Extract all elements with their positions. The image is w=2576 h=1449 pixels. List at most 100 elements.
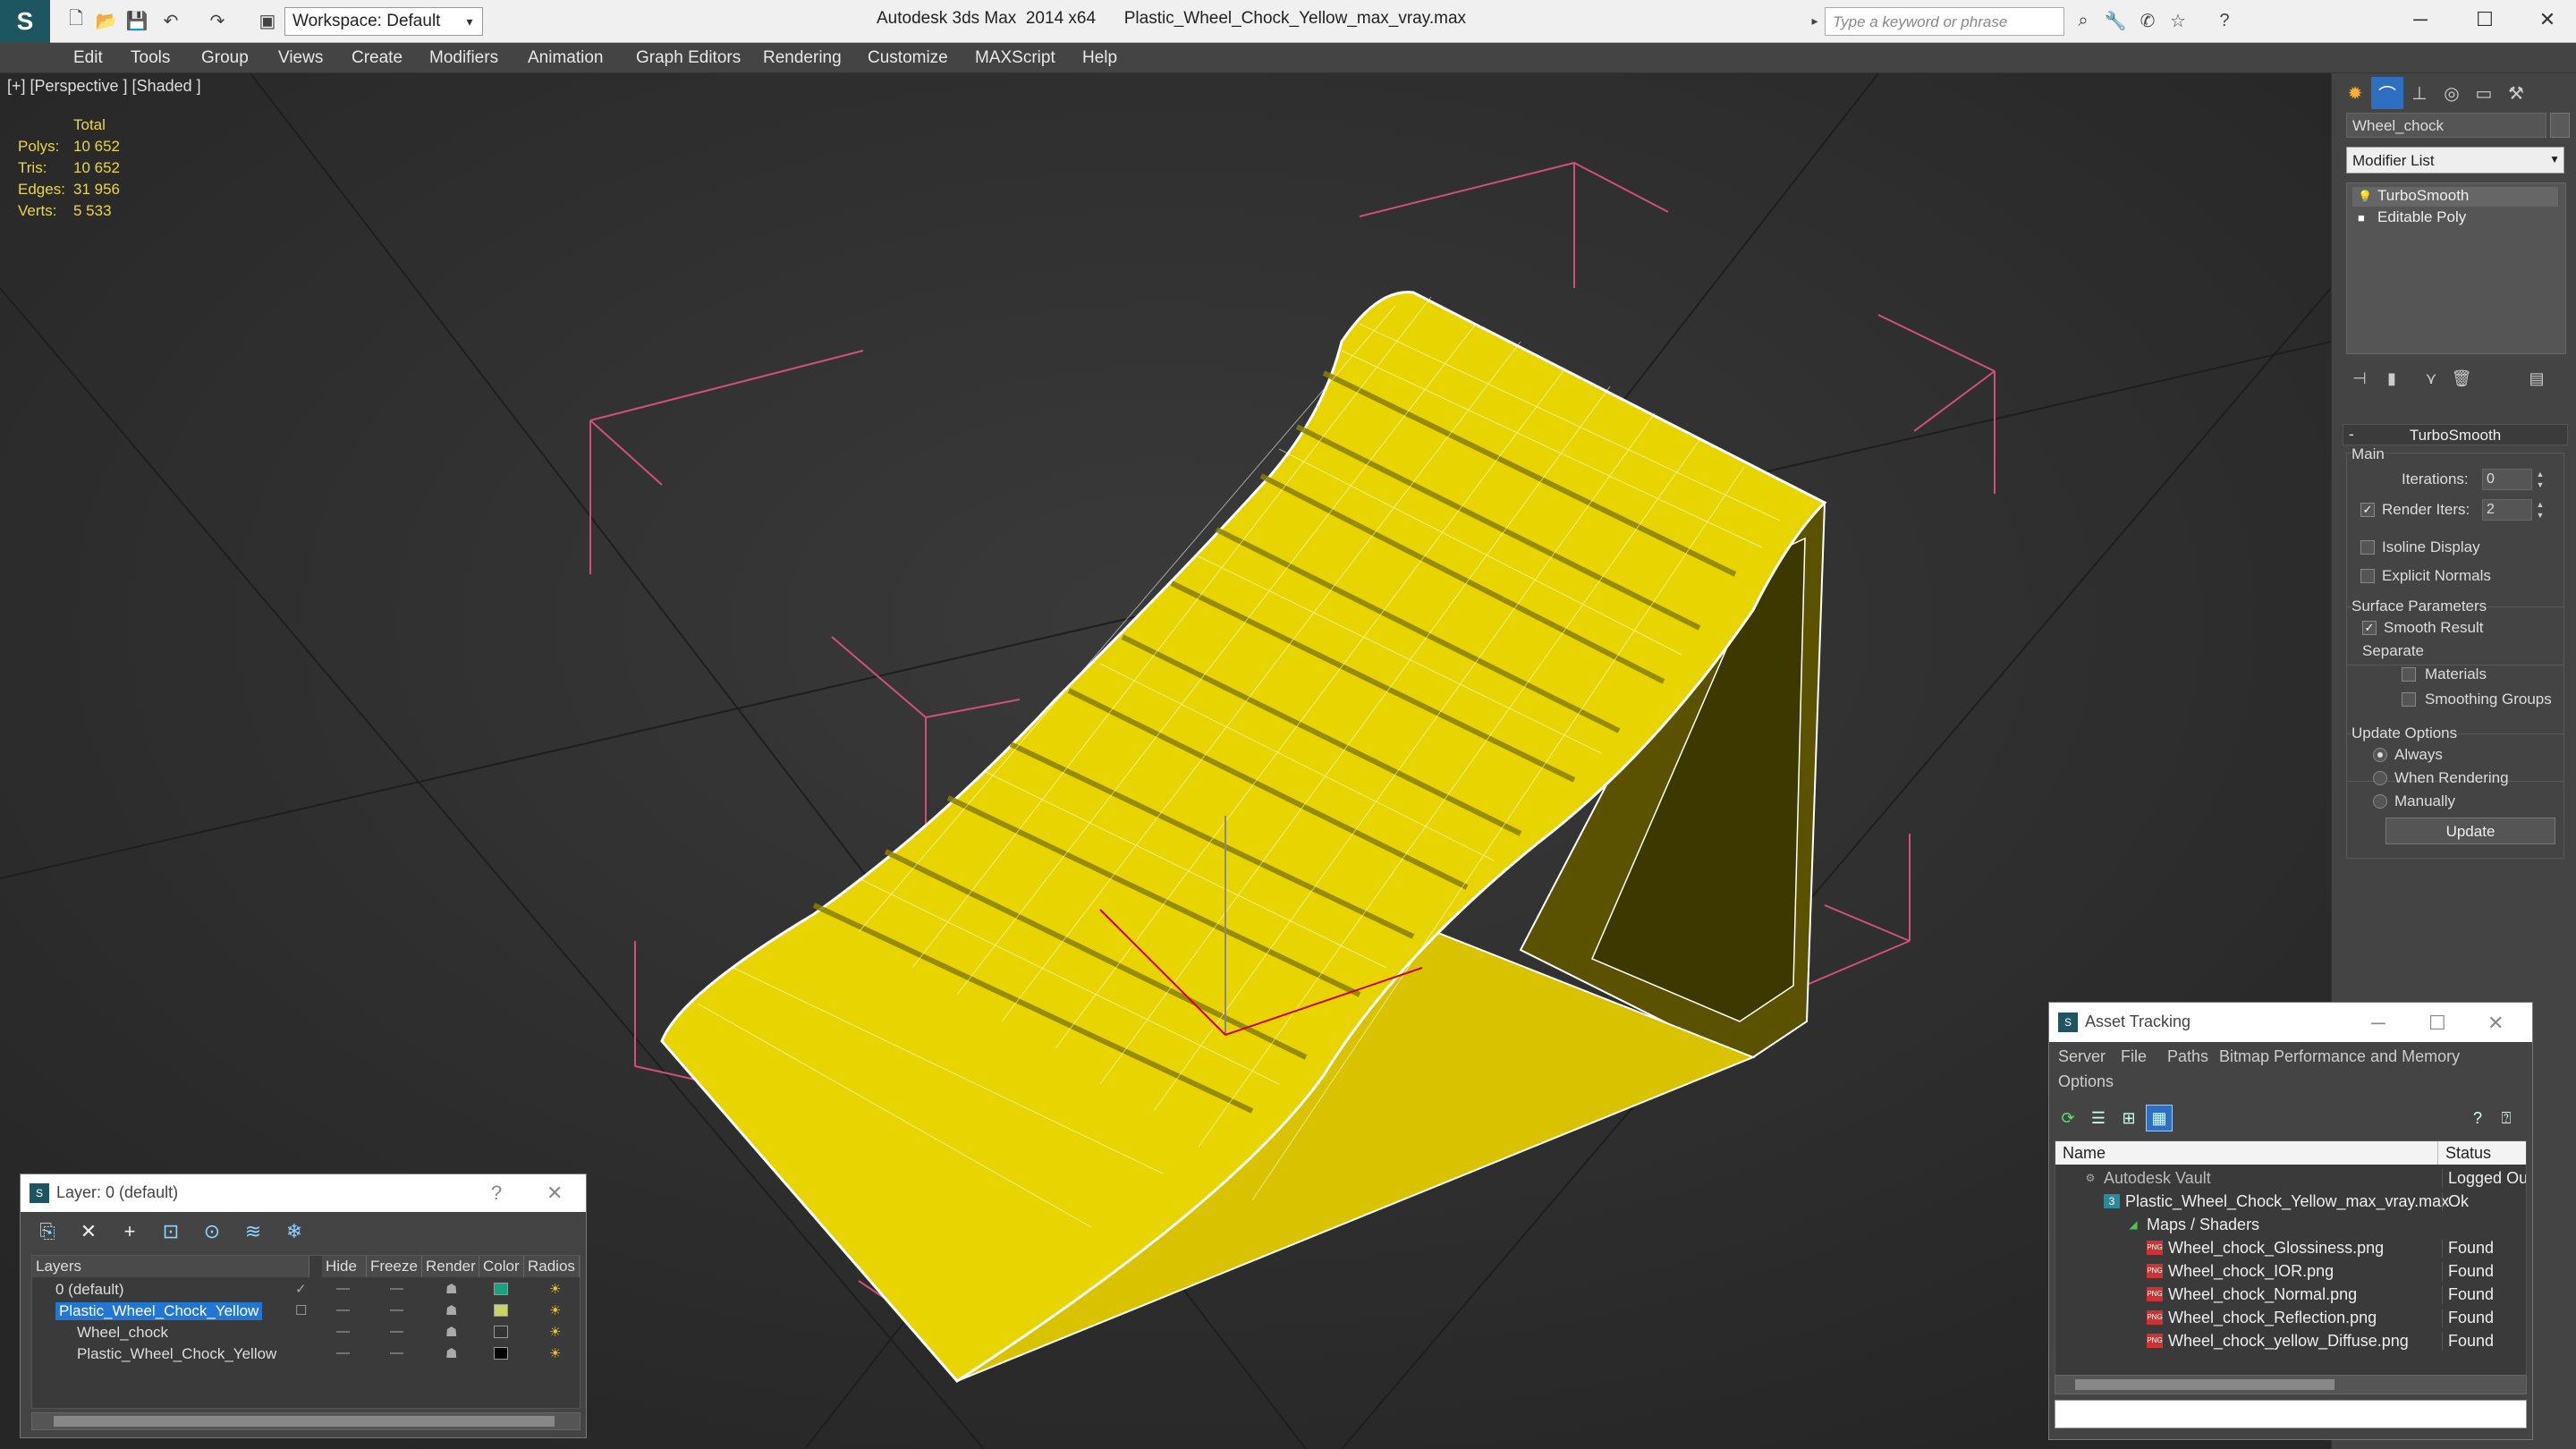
- select-in-layer-icon[interactable]: ⊡: [157, 1217, 185, 1246]
- menu-edit[interactable]: Edit: [73, 48, 103, 68]
- asset-row[interactable]: PNG Wheel_chock_Normal.png Found: [2055, 1283, 2526, 1306]
- render-toggle-icon[interactable]: ☗: [445, 1302, 457, 1318]
- add-to-layer-icon[interactable]: +: [115, 1217, 144, 1246]
- object-color-swatch[interactable]: [494, 1347, 508, 1360]
- workspace-dropdown[interactable]: Workspace: Default: [284, 7, 483, 36]
- object-name[interactable]: Plastic_Wheel_Chock_Yellow: [77, 1345, 276, 1363]
- smooth-result-checkbox[interactable]: ✓: [2362, 621, 2377, 635]
- binoculars-icon[interactable]: ⌕: [2070, 7, 2097, 34]
- redo-icon[interactable]: ↷: [204, 7, 231, 34]
- hide-all-layers-icon[interactable]: ≋: [239, 1217, 267, 1246]
- hide-toggle-icon[interactable]: —: [336, 1302, 350, 1318]
- render-iters-checkbox[interactable]: ✓: [2360, 503, 2375, 517]
- undo-icon[interactable]: ↶: [157, 7, 184, 34]
- maximize-icon[interactable]: ☐: [2467, 4, 2503, 36]
- expand-icon[interactable]: ■: [2358, 211, 2370, 225]
- menu-file[interactable]: File: [2121, 1047, 2147, 1066]
- make-unique-icon[interactable]: ⋎: [2416, 365, 2446, 392]
- asset-row[interactable]: PNG Wheel_chock_Reflection.png Found: [2055, 1306, 2526, 1329]
- menu-customize[interactable]: Customize: [868, 48, 948, 68]
- chevron-down-icon[interactable]: ▾: [460, 9, 479, 34]
- radiosity-icon[interactable]: ☀: [549, 1345, 561, 1361]
- lightbulb-icon[interactable]: 💡: [2358, 190, 2372, 203]
- asset-row[interactable]: 3 Plastic_Wheel_Chock_Yellow_max_vray.ma…: [2055, 1190, 2526, 1213]
- freeze-toggle-icon[interactable]: —: [390, 1324, 403, 1339]
- column-header[interactable]: Radios: [524, 1256, 580, 1277]
- close-icon[interactable]: ✕: [2487, 1012, 2504, 1035]
- asset-row[interactable]: PNG Wheel_chock_yellow_Diffuse.png Found: [2055, 1329, 2526, 1352]
- asset-row[interactable]: PNG Wheel_chock_Glossiness.png Found: [2055, 1236, 2526, 1259]
- column-header[interactable]: Freeze: [367, 1256, 422, 1277]
- layer-color-swatch[interactable]: [494, 1304, 508, 1317]
- maximize-icon[interactable]: ☐: [2428, 1012, 2446, 1035]
- column-header[interactable]: Layers: [32, 1256, 309, 1277]
- menu-create[interactable]: Create: [352, 48, 402, 68]
- layer-row[interactable]: 0 (default) ✓ — — ☗ ☀: [32, 1279, 580, 1301]
- viewport-label[interactable]: [+] [Perspective ] [Shaded ]: [7, 77, 201, 96]
- radiosity-icon[interactable]: ☀: [549, 1324, 561, 1340]
- menu-group[interactable]: Group: [201, 48, 249, 68]
- object-color-swatch[interactable]: [494, 1326, 508, 1338]
- freeze-toggle-icon[interactable]: —: [390, 1281, 403, 1296]
- refresh-icon[interactable]: ⟳: [2055, 1105, 2081, 1131]
- asset-row[interactable]: PNG Wheel_chock_IOR.png Found: [2055, 1259, 2526, 1283]
- freeze-toggle-icon[interactable]: —: [390, 1302, 403, 1318]
- layer-name[interactable]: 0 (default): [55, 1281, 124, 1299]
- column-header[interactable]: Hide: [322, 1256, 367, 1277]
- render-toggle-icon[interactable]: ☗: [445, 1345, 457, 1361]
- smoothing-groups-checkbox[interactable]: [2402, 692, 2416, 707]
- show-end-result-icon[interactable]: ▮: [2377, 365, 2407, 392]
- minimize-icon[interactable]: ─: [2402, 4, 2438, 36]
- menu-options[interactable]: Options: [2058, 1072, 2114, 1091]
- favorites-icon[interactable]: ☆: [2165, 7, 2191, 34]
- menu-bitmap-performance[interactable]: Bitmap Performance and Memory: [2219, 1047, 2460, 1066]
- app-logo-icon[interactable]: S: [0, 0, 50, 43]
- scrollbar-thumb[interactable]: [2075, 1379, 2334, 1390]
- freeze-toggle-icon[interactable]: —: [390, 1345, 403, 1360]
- render-iters-spinner[interactable]: 2: [2482, 499, 2532, 521]
- column-header[interactable]: Name: [2055, 1141, 2438, 1165]
- save-file-icon[interactable]: 💾: [123, 7, 150, 34]
- menu-rendering[interactable]: Rendering: [763, 48, 842, 68]
- open-file-icon[interactable]: 📂: [93, 7, 120, 34]
- context-help-icon[interactable]: ⍰: [2493, 1105, 2520, 1131]
- freeze-all-layers-icon[interactable]: ❄: [280, 1217, 309, 1246]
- help-icon[interactable]: ?: [2211, 7, 2238, 34]
- highlight-layer-icon[interactable]: ⊙: [198, 1217, 226, 1246]
- subscription-icon[interactable]: 🔧: [2102, 7, 2129, 34]
- horizontal-scrollbar[interactable]: [31, 1412, 580, 1430]
- stack-item-editable-poly[interactable]: ■ Editable Poly: [2352, 208, 2558, 228]
- asset-tracking-titlebar[interactable]: S Asset Tracking ─ ☐ ✕: [2049, 1003, 2532, 1042]
- spinner-arrows-icon[interactable]: ▲ ▼: [2534, 469, 2546, 490]
- menu-animation[interactable]: Animation: [528, 48, 604, 68]
- menu-server[interactable]: Server: [2058, 1047, 2106, 1066]
- search-input[interactable]: Type a keyword or phrase: [1825, 7, 2064, 36]
- isoline-display-checkbox[interactable]: [2360, 540, 2375, 555]
- stack-item-turbosmooth[interactable]: 💡 TurboSmooth: [2352, 187, 2558, 207]
- menu-tools[interactable]: Tools: [131, 48, 170, 68]
- radiosity-icon[interactable]: ☀: [549, 1302, 561, 1318]
- menu-views[interactable]: Views: [278, 48, 323, 68]
- asset-row[interactable]: ⚙ Autodesk Vault Logged Ou: [2055, 1166, 2526, 1190]
- explicit-normals-checkbox[interactable]: [2360, 569, 2375, 583]
- create-layer-icon[interactable]: ⎘: [33, 1217, 62, 1246]
- materials-checkbox[interactable]: [2402, 667, 2416, 682]
- help-icon[interactable]: ?: [491, 1182, 502, 1205]
- current-layer-check[interactable]: ✓: [295, 1281, 307, 1297]
- iterations-spinner[interactable]: 0: [2482, 469, 2532, 490]
- configure-sets-icon[interactable]: ▤: [2521, 365, 2552, 392]
- object-name-field[interactable]: Wheel_chock: [2346, 113, 2546, 138]
- modify-tab-icon[interactable]: ⌒: [2371, 77, 2403, 109]
- radiosity-icon[interactable]: ☀: [549, 1281, 561, 1297]
- close-icon[interactable]: ✕: [2529, 4, 2565, 36]
- motion-tab-icon[interactable]: ◎: [2436, 77, 2468, 109]
- pin-stack-icon[interactable]: ⊣: [2344, 365, 2375, 392]
- project-folder-icon[interactable]: ▣: [254, 7, 281, 34]
- object-row[interactable]: Plastic_Wheel_Chock_Yellow — — ☗ ☀: [32, 1343, 580, 1365]
- minimize-icon[interactable]: ─: [2371, 1012, 2385, 1035]
- layer-color-swatch[interactable]: [494, 1283, 508, 1295]
- horizontal-scrollbar[interactable]: [2055, 1375, 2527, 1394]
- spinner-arrows-icon[interactable]: ▲ ▼: [2534, 499, 2546, 521]
- column-header[interactable]: Color: [479, 1256, 524, 1277]
- modifier-list-dropdown[interactable]: Modifier List ▼: [2346, 147, 2564, 174]
